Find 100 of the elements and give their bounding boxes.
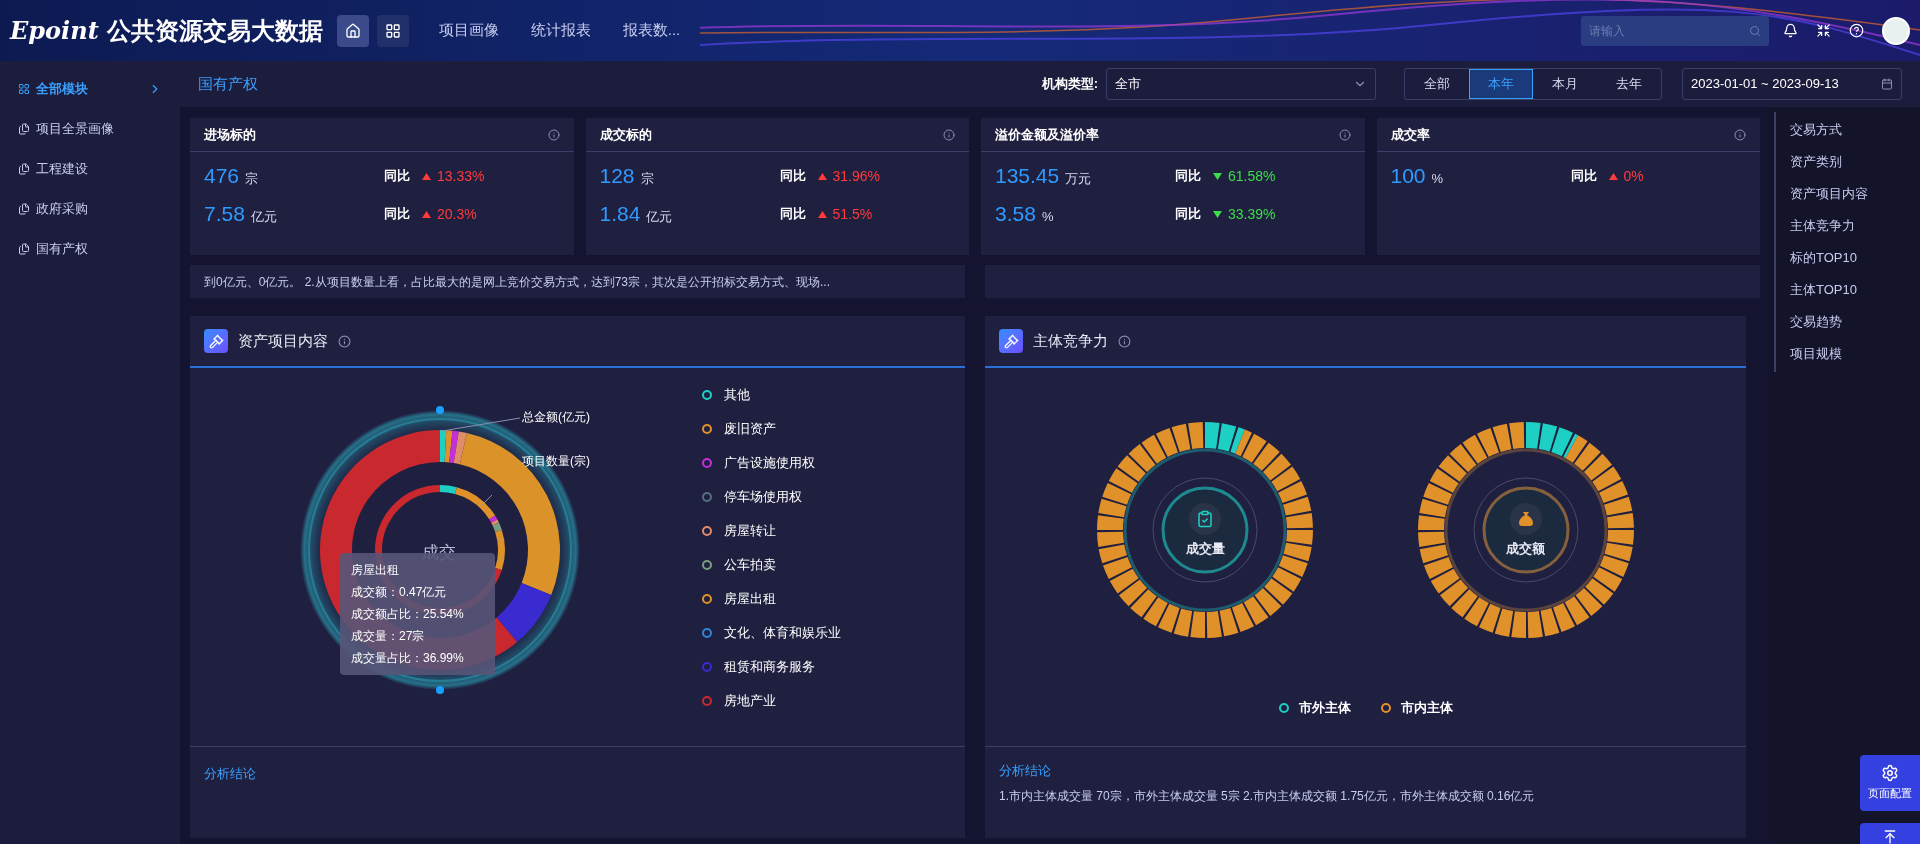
app-title: 公共资源交易大数据 <box>106 15 323 46</box>
kpi-value: 100 <box>1390 163 1426 190</box>
search-icon <box>1749 24 1761 37</box>
files-icon <box>18 203 30 215</box>
compare-label: 同比 <box>779 167 806 186</box>
kpi-title: 溢价金额及溢价率 <box>995 125 1100 144</box>
kpi-unit: 亿元 <box>250 208 277 227</box>
legend-label: 文化、体育和娱乐业 <box>724 623 841 642</box>
settings-icon <box>1881 764 1899 783</box>
compare-label: 同比 <box>1175 167 1201 186</box>
help-icon[interactable] <box>1849 23 1864 38</box>
anchor-link[interactable]: 资产类别 <box>1776 146 1920 178</box>
kpi-title: 进场标的 <box>204 125 257 144</box>
ring-center-label: 成交量 <box>1185 540 1225 559</box>
kpi-title: 成交率 <box>1390 125 1431 144</box>
info-icon <box>547 128 560 141</box>
date-range-field[interactable]: 2023-01-01 ~ 2023-09-13 <box>1682 68 1902 100</box>
sidebar-item[interactable]: 国有产权 <box>0 229 180 269</box>
kpi-value: 7.58 <box>204 201 245 228</box>
compare-label: 同比 <box>1175 205 1201 224</box>
change-value: 61.58% <box>1228 166 1276 186</box>
sidebar-item[interactable]: 项目全景画像 <box>0 109 180 149</box>
legend-label: 房地产业 <box>724 691 776 710</box>
info-icon <box>338 334 351 348</box>
legend-label: 其他 <box>724 385 750 404</box>
legend-label: 租赁和商务服务 <box>724 657 815 676</box>
period-tab[interactable]: 全部 <box>1405 69 1469 99</box>
anchor-link[interactable]: 交易方式 <box>1776 114 1920 146</box>
period-tab[interactable]: 本年 <box>1469 69 1533 99</box>
kpi-unit: 万元 <box>1065 170 1092 189</box>
kpi-value: 128 <box>599 163 635 190</box>
sidebar-item[interactable]: 工程建设 <box>0 149 180 189</box>
anchor-link[interactable]: 资产项目内容 <box>1776 178 1920 210</box>
search-field[interactable]: 请输入 <box>1581 15 1769 46</box>
nav-link[interactable]: 报表数... <box>622 19 681 42</box>
region-select[interactable]: 全市 <box>1106 68 1376 100</box>
anchor-link[interactable]: 标的TOP10 <box>1776 242 1920 274</box>
period-tab[interactable]: 去年 <box>1597 69 1661 99</box>
kpi-unit: % <box>1431 170 1444 189</box>
conclusion-text: 1.市内主体成交量 70宗，市外主体成交量 5宗 2.市内主体成交额 1.75亿元，市外主体成交额 0.16亿元 <box>999 787 1536 805</box>
legend-label: 停车场使用权 <box>724 487 802 506</box>
kpi-unit: % <box>1041 208 1054 227</box>
compare-label: 同比 <box>1570 167 1597 186</box>
files-icon <box>18 163 30 175</box>
period-tab[interactable]: 本月 <box>1533 69 1597 99</box>
change-value: 51.5% <box>832 204 873 224</box>
conclusion-heading: 分析结论 <box>999 762 1052 780</box>
kpi-value: 3.58 <box>995 201 1036 228</box>
legend-label: 市内主体 <box>1400 699 1453 717</box>
nav-link[interactable]: 统计报表 <box>530 19 591 42</box>
kpi-unit: 宗 <box>640 170 654 189</box>
avatar[interactable] <box>1882 16 1910 45</box>
donut-center-label: 成交 <box>422 542 456 564</box>
info-icon <box>1734 128 1746 141</box>
change-value: 33.39% <box>1228 204 1276 224</box>
tooltip-line: 成交量占比：36.99% <box>351 650 465 667</box>
anchor-link[interactable]: 项目规模 <box>1776 338 1920 370</box>
grid-button[interactable] <box>376 14 409 47</box>
anchor-link[interactable]: 主体TOP10 <box>1776 274 1920 306</box>
brand-logo: Epoint <box>10 14 99 47</box>
legend-label: 房屋转让 <box>724 521 776 540</box>
compare-label: 同比 <box>779 205 806 224</box>
files-icon <box>18 123 30 135</box>
change-value: 31.96% <box>832 166 880 186</box>
grid-icon <box>18 83 30 95</box>
change-value: 13.33% <box>437 166 485 186</box>
ring-center-label: 成交额 <box>1506 540 1546 559</box>
kpi-title: 成交标的 <box>599 125 653 144</box>
info-icon <box>943 128 955 141</box>
summary-text: 到0亿元、0亿元。 2.从项目数量上看，占比最大的是网上竞价交易方式，达到73宗，其次是公开招标交易方式、现场... <box>204 273 831 291</box>
anchor-link[interactable]: 交易趋势 <box>1776 306 1920 338</box>
files-icon <box>18 243 30 255</box>
tooltip-line: 成交量：27宗 <box>351 628 426 645</box>
home-button[interactable] <box>336 14 369 47</box>
info-icon <box>1118 334 1131 348</box>
kpi-unit: 亿元 <box>646 208 673 227</box>
home-icon <box>344 22 361 39</box>
legend-label: 市外主体 <box>1298 699 1351 717</box>
chart-label: 项目数量(宗) <box>522 453 590 470</box>
tooltip-line: 成交额：0.47亿元 <box>351 584 448 601</box>
arrow-up-to-line-icon <box>1882 829 1898 844</box>
page-config-button[interactable]: 页面配置 <box>1860 755 1920 811</box>
sidebar-item[interactable]: 全部模块 <box>0 69 180 109</box>
compare-label: 同比 <box>384 205 410 224</box>
legend-label: 公车拍卖 <box>724 555 776 574</box>
calendar-icon <box>1881 78 1893 90</box>
shrink-icon[interactable] <box>1816 23 1831 38</box>
kpi-value: 135.45 <box>995 163 1060 190</box>
kpi-value: 1.84 <box>599 201 641 228</box>
ring-dot-icon <box>436 406 444 414</box>
notification-icon[interactable] <box>1783 23 1798 38</box>
nav-link[interactable]: 项目画像 <box>438 19 499 42</box>
sidebar-item[interactable]: 政府采购 <box>0 189 180 229</box>
tooltip-line: 成交额占比：25.54% <box>351 606 465 623</box>
clipboard-icon <box>1196 510 1215 529</box>
ring-dot-icon <box>436 686 444 694</box>
breadcrumb: 国有产权 <box>198 73 258 94</box>
anchor-link[interactable]: 主体竞争力 <box>1776 210 1920 242</box>
back-to-top-button[interactable] <box>1860 823 1920 844</box>
leader-line <box>481 494 493 506</box>
